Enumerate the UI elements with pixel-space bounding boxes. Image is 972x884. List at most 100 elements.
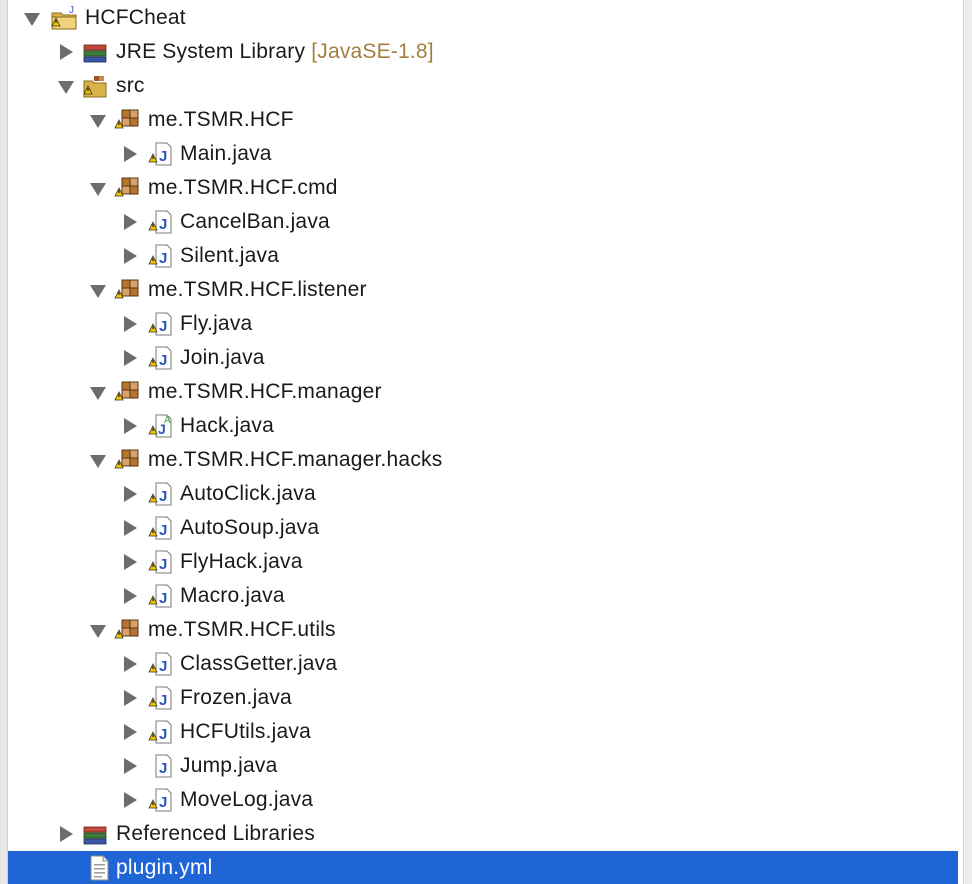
- collapsed-arrow-icon[interactable]: [122, 520, 138, 536]
- collapsed-arrow-icon[interactable]: [58, 44, 74, 60]
- java-file-icon: J: [146, 310, 174, 338]
- file-label: MoveLog.java: [180, 788, 314, 811]
- collapsed-arrow-icon[interactable]: [122, 214, 138, 230]
- java-file-icon: J: [146, 344, 174, 372]
- package-label: me.TSMR.HCF: [148, 108, 294, 131]
- package-label: me.TSMR.HCF.manager: [148, 380, 382, 403]
- tree-row-java-file[interactable]: J AutoClick.java: [8, 477, 958, 511]
- tree-row-project[interactable]: J HCFCheat: [8, 1, 958, 35]
- java-file-icon: J: [146, 718, 174, 746]
- tree-row-java-file[interactable]: J Jump.java: [8, 749, 958, 783]
- file-label: AutoClick.java: [180, 482, 316, 505]
- package-icon: [114, 378, 142, 406]
- package-explorer-tree: J HCFCheat JRE System Library [JavaSE-1.…: [8, 0, 959, 884]
- tree-row-src[interactable]: src: [8, 69, 958, 103]
- java-file-icon: J: [146, 548, 174, 576]
- tree-row-java-file[interactable]: J FlyHack.java: [8, 545, 958, 579]
- file-label: Join.java: [180, 346, 265, 369]
- tree-row-package[interactable]: me.TSMR.HCF.utils: [8, 613, 958, 647]
- collapsed-arrow-icon[interactable]: [122, 758, 138, 774]
- expand-arrow-icon[interactable]: [24, 10, 40, 26]
- tree-row-java-file[interactable]: J AutoSoup.java: [8, 511, 958, 545]
- file-label: HCFUtils.java: [180, 720, 311, 743]
- collapsed-arrow-icon[interactable]: [58, 826, 74, 842]
- svg-text:J: J: [159, 250, 167, 267]
- expand-arrow-icon[interactable]: [90, 452, 106, 468]
- collapsed-arrow-icon[interactable]: [122, 588, 138, 604]
- expand-arrow-icon[interactable]: [58, 78, 74, 94]
- file-label: Silent.java: [180, 244, 280, 267]
- file-label: AutoSoup.java: [180, 516, 320, 539]
- collapsed-arrow-icon[interactable]: [122, 248, 138, 264]
- tree-row-package[interactable]: me.TSMR.HCF.cmd: [8, 171, 958, 205]
- package-icon: [114, 106, 142, 134]
- java-file-icon: J: [146, 242, 174, 270]
- collapsed-arrow-icon[interactable]: [122, 316, 138, 332]
- file-label: Frozen.java: [180, 686, 292, 709]
- collapsed-arrow-icon[interactable]: [122, 418, 138, 434]
- java-file-icon: J: [146, 752, 174, 780]
- tree-row-package[interactable]: me.TSMR.HCF: [8, 103, 958, 137]
- text-file-icon: [85, 854, 113, 882]
- project-label: HCFCheat: [85, 6, 186, 29]
- package-label: me.TSMR.HCF.cmd: [148, 176, 338, 199]
- expand-arrow-icon[interactable]: [90, 282, 106, 298]
- package-label: me.TSMR.HCF.utils: [148, 618, 336, 641]
- svg-text:J: J: [159, 148, 167, 165]
- tree-row-package[interactable]: me.TSMR.HCF.manager.hacks: [8, 443, 958, 477]
- right-scroll-edge: [963, 0, 972, 884]
- tree-row-package[interactable]: me.TSMR.HCF.manager: [8, 375, 958, 409]
- tree-row-java-file[interactable]: J Frozen.java: [8, 681, 958, 715]
- package-icon: [114, 616, 142, 644]
- tree-row-referenced-libraries[interactable]: Referenced Libraries: [8, 817, 958, 851]
- svg-text:J: J: [159, 794, 167, 811]
- package-label: me.TSMR.HCF.listener: [148, 278, 367, 301]
- tree-row-java-file[interactable]: J CancelBan.java: [8, 205, 958, 239]
- collapsed-arrow-icon[interactable]: [122, 146, 138, 162]
- tree-row-java-file[interactable]: JA Hack.java: [8, 409, 958, 443]
- tree-row-java-file[interactable]: J ClassGetter.java: [8, 647, 958, 681]
- expand-arrow-icon[interactable]: [90, 112, 106, 128]
- file-label: Macro.java: [180, 584, 285, 607]
- collapsed-arrow-icon[interactable]: [122, 690, 138, 706]
- java-file-icon: J: [146, 684, 174, 712]
- collapsed-arrow-icon[interactable]: [122, 350, 138, 366]
- jre-version-decoration: [JavaSE-1.8]: [311, 40, 434, 63]
- expand-arrow-icon[interactable]: [90, 384, 106, 400]
- collapsed-arrow-icon[interactable]: [122, 486, 138, 502]
- collapsed-arrow-icon[interactable]: [122, 656, 138, 672]
- left-scroll-edge: [0, 0, 8, 884]
- collapsed-arrow-icon[interactable]: [122, 792, 138, 808]
- java-project-icon: J: [50, 4, 78, 32]
- svg-text:J: J: [159, 760, 167, 777]
- svg-text:J: J: [159, 692, 167, 709]
- svg-text:J: J: [159, 352, 167, 369]
- plugin-yml-label: plugin.yml: [116, 856, 213, 879]
- java-file-icon: J: [146, 140, 174, 168]
- package-icon: [114, 174, 142, 202]
- package-icon: [114, 276, 142, 304]
- tree-row-package[interactable]: me.TSMR.HCF.listener: [8, 273, 958, 307]
- tree-row-jre-library[interactable]: JRE System Library [JavaSE-1.8]: [8, 35, 958, 69]
- tree-row-java-file[interactable]: J Fly.java: [8, 307, 958, 341]
- tree-row-java-file[interactable]: J Macro.java: [8, 579, 958, 613]
- file-label: Fly.java: [180, 312, 253, 335]
- abstract-java-file-icon: JA: [146, 412, 174, 440]
- svg-text:J: J: [159, 318, 167, 335]
- tree-row-java-file[interactable]: J Join.java: [8, 341, 958, 375]
- tree-row-java-file[interactable]: J Main.java: [8, 137, 958, 171]
- collapsed-arrow-icon[interactable]: [122, 554, 138, 570]
- tree-row-java-file[interactable]: J Silent.java: [8, 239, 958, 273]
- svg-text:J: J: [159, 590, 167, 607]
- tree-row-plugin-yml[interactable]: plugin.yml: [8, 851, 958, 884]
- svg-text:A: A: [164, 415, 171, 426]
- expand-arrow-icon[interactable]: [90, 622, 106, 638]
- file-label: Hack.java: [180, 414, 275, 437]
- collapsed-arrow-icon[interactable]: [122, 724, 138, 740]
- tree-row-java-file[interactable]: J HCFUtils.java: [8, 715, 958, 749]
- svg-text:J: J: [159, 658, 167, 675]
- java-file-icon: J: [146, 480, 174, 508]
- expand-arrow-icon[interactable]: [90, 180, 106, 196]
- file-label: FlyHack.java: [180, 550, 303, 573]
- tree-row-java-file[interactable]: J MoveLog.java: [8, 783, 958, 817]
